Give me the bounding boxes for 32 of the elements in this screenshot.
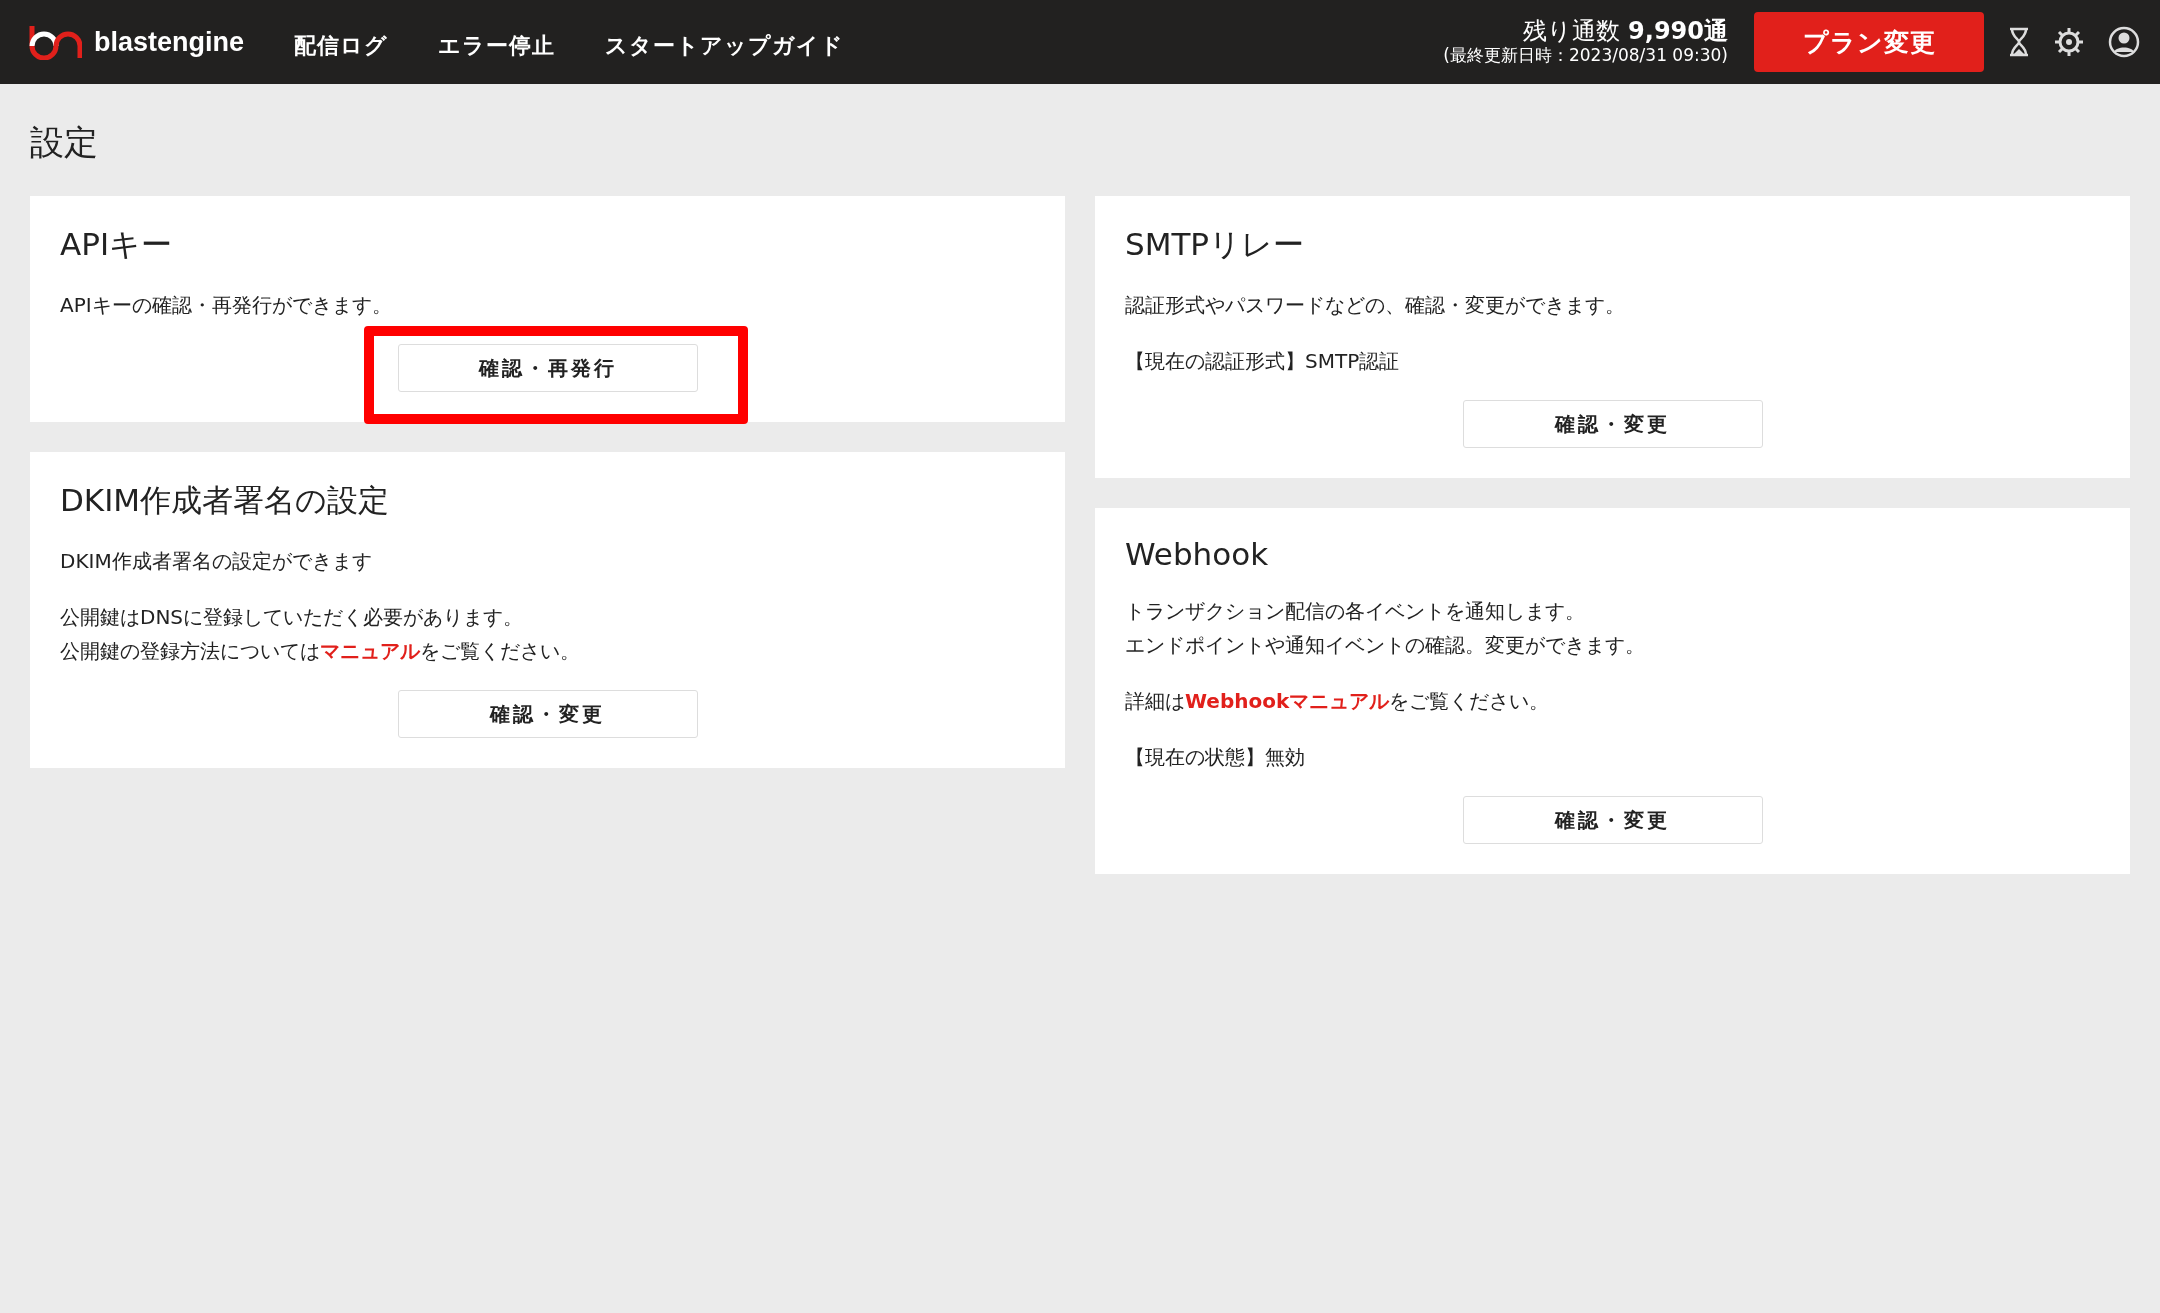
plan-change-button[interactable]: プラン変更: [1754, 12, 1984, 72]
body-text: トランザクション配信の各イベントを通知します。: [1125, 598, 1586, 625]
card-title: Webhook: [1125, 536, 1270, 572]
hourglass-icon[interactable]: [2008, 27, 2030, 57]
nav-link[interactable]: エラー停止: [438, 31, 556, 61]
card-title: SMTPリレー: [1125, 225, 1306, 264]
body-text: 詳細はWebhookマニュアルをご覧ください。: [1125, 688, 1551, 715]
body-text: 認証形式やパスワードなどの、確認・変更ができます。: [1125, 292, 1626, 319]
confirm-button[interactable]: 確認・変更: [397, 690, 698, 738]
body-text: 公開鍵はDNSに登録していただく必要があります。: [60, 604, 525, 631]
card-title: DKIM作成者署名の設定: [60, 481, 391, 520]
settings-icon[interactable]: [2054, 27, 2084, 57]
manual-link[interactable]: Webhookマニュアル: [1185, 689, 1390, 713]
card-title: APIキー: [60, 225, 174, 264]
confirm-button[interactable]: 確認・変更: [1462, 400, 1763, 448]
remaining-count: 残り通数 9,990通: [1523, 18, 1728, 46]
body-text: 【現在の状態】無効: [1125, 744, 1306, 771]
body-text: APIキーの確認・再発行ができます。: [60, 292, 393, 319]
page-title: 設定: [29, 121, 99, 164]
logo-text: blastengine: [94, 26, 245, 58]
nav-link[interactable]: スタートアップガイド: [605, 31, 845, 61]
confirm-button[interactable]: 確認・変更: [1462, 796, 1763, 844]
user-icon[interactable]: [2108, 26, 2140, 58]
body-text: エンドポイントや通知イベントの確認。変更ができます。: [1125, 632, 1646, 659]
manual-link[interactable]: マニュアル: [320, 639, 420, 663]
body-text: 【現在の認証形式】SMTP認証: [1125, 348, 1401, 375]
logo-icon: [28, 24, 82, 60]
last-updated: (最終更新日時：2023/08/31 09:30): [1443, 46, 1728, 66]
confirm-button[interactable]: 確認・再発行: [397, 344, 698, 392]
body-text: DKIM作成者署名の設定ができます: [60, 548, 373, 575]
nav-link[interactable]: 配信ログ: [294, 31, 389, 61]
body-text: 公開鍵の登録方法についてはマニュアルをご覧ください。: [60, 638, 581, 665]
